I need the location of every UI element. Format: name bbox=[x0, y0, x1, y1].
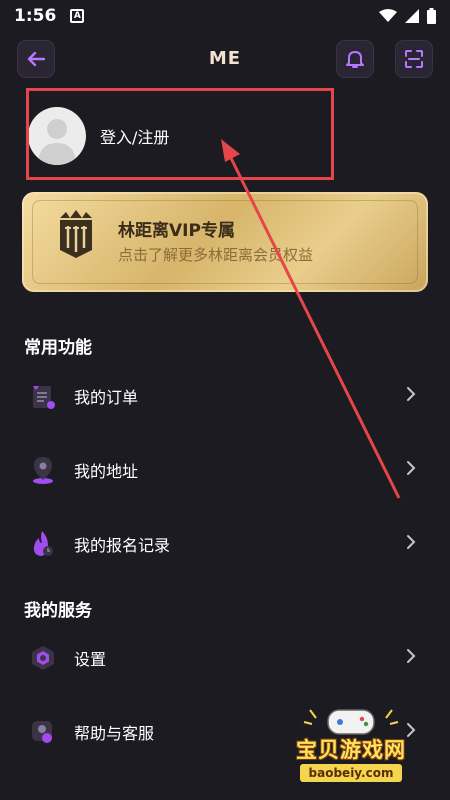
vip-subtitle: 点击了解更多林距离会员权益 bbox=[118, 246, 314, 264]
section-title-services: 我的服务 bbox=[24, 601, 92, 621]
watermark-title: 宝贝游戏网 bbox=[296, 738, 406, 762]
bell-icon bbox=[346, 51, 364, 68]
notifications-button[interactable] bbox=[336, 40, 374, 78]
status-time: 1:56 bbox=[14, 6, 57, 26]
scan-icon bbox=[405, 50, 423, 68]
chevron-right-icon bbox=[407, 535, 416, 549]
menu-label-help-support: 帮助与客服 bbox=[74, 724, 155, 743]
menu-item-registration-records[interactable]: 我的报名记录 bbox=[28, 524, 428, 564]
menu-label-settings: 设置 bbox=[74, 650, 107, 669]
chevron-right-icon bbox=[407, 387, 416, 401]
menu-label-address: 我的地址 bbox=[74, 462, 139, 481]
menu-label-orders: 我的订单 bbox=[74, 388, 139, 407]
order-list-icon bbox=[28, 381, 58, 411]
chevron-right-icon bbox=[407, 649, 416, 663]
menu-label-registration-records: 我的报名记录 bbox=[74, 536, 171, 555]
scan-button[interactable] bbox=[395, 40, 433, 78]
login-register-link[interactable]: 登入/注册 bbox=[100, 124, 169, 148]
vip-crest-icon bbox=[60, 210, 92, 258]
page-title: ME bbox=[208, 48, 242, 69]
login-register-row[interactable]: 登入/注册 bbox=[28, 104, 169, 168]
notification-badge: A bbox=[70, 9, 85, 23]
wifi-icon bbox=[379, 9, 397, 22]
vip-card[interactable]: 林距离VIP专属 点击了解更多林距离会员权益 bbox=[22, 192, 428, 292]
watermark-logo: 宝贝游戏网 baobeiy.com bbox=[276, 704, 426, 792]
menu-item-settings[interactable]: 设置 bbox=[28, 638, 428, 678]
top-bar: ME bbox=[0, 40, 450, 84]
watermark-url: baobeiy.com bbox=[300, 764, 402, 782]
location-pin-icon bbox=[28, 455, 58, 485]
flame-record-icon bbox=[28, 529, 58, 559]
default-avatar-icon bbox=[38, 119, 76, 165]
settings-hexagon-icon bbox=[28, 643, 58, 673]
menu-item-orders[interactable]: 我的订单 bbox=[28, 376, 428, 416]
battery-icon bbox=[427, 8, 436, 24]
avatar[interactable] bbox=[28, 107, 86, 165]
section-title-common: 常用功能 bbox=[24, 338, 92, 358]
status-bar: 1:56 A bbox=[0, 0, 450, 32]
menu-item-address[interactable]: 我的地址 bbox=[28, 450, 428, 490]
customer-service-icon bbox=[28, 717, 58, 747]
status-icons bbox=[379, 8, 436, 24]
chevron-right-icon bbox=[407, 461, 416, 475]
vip-title: 林距离VIP专属 bbox=[118, 221, 235, 241]
signal-icon bbox=[405, 9, 419, 23]
